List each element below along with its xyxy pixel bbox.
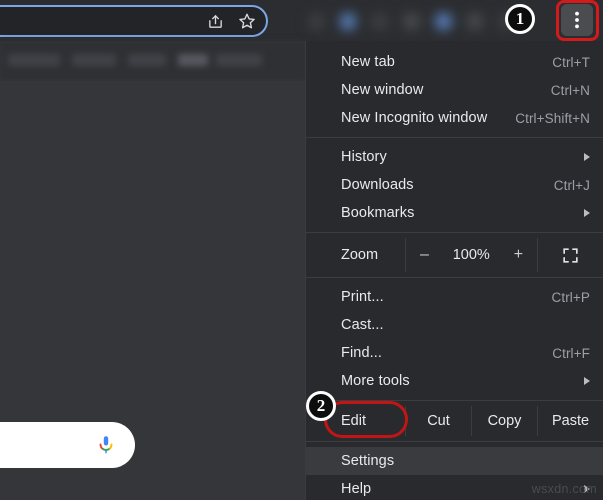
star-icon[interactable] xyxy=(238,12,256,30)
menu-item-new-window[interactable]: New window Ctrl+N xyxy=(306,76,603,104)
address-bar[interactable] xyxy=(0,5,268,37)
microphone-icon[interactable] xyxy=(95,434,117,456)
copy-button[interactable]: Copy xyxy=(471,406,537,436)
menu-item-label: Cast... xyxy=(341,317,384,333)
menu-item-label: Print... xyxy=(341,289,384,305)
menu-separator xyxy=(306,232,603,233)
paste-button[interactable]: Paste xyxy=(537,406,603,436)
chevron-right-icon xyxy=(584,377,590,385)
zoom-controls: – 100% + xyxy=(405,238,538,272)
menu-separator xyxy=(306,441,603,442)
menu-item-more-tools[interactable]: More tools xyxy=(306,367,603,395)
zoom-out-button[interactable]: – xyxy=(416,246,433,264)
search-box[interactable] xyxy=(0,422,135,468)
menu-item-label: New window xyxy=(341,82,424,98)
three-dot-menu-icon xyxy=(575,11,579,29)
menu-item-downloads[interactable]: Downloads Ctrl+J xyxy=(306,171,603,199)
menu-item-find[interactable]: Find... Ctrl+F xyxy=(306,339,603,367)
menu-item-shortcut: Ctrl+Shift+N xyxy=(515,110,590,126)
menu-item-settings[interactable]: Settings xyxy=(306,447,603,475)
menu-separator xyxy=(306,137,603,138)
bookmarks-bar xyxy=(0,41,310,81)
zoom-in-button[interactable]: + xyxy=(510,246,527,264)
cut-button[interactable]: Cut xyxy=(405,406,471,436)
menu-item-label: History xyxy=(341,149,387,165)
screenshot-root: New tab Ctrl+T New window Ctrl+N New Inc… xyxy=(0,0,603,500)
menu-item-label: New Incognito window xyxy=(341,110,488,126)
menu-separator xyxy=(306,277,603,278)
share-icon[interactable] xyxy=(207,13,224,30)
menu-item-shortcut: Ctrl+P xyxy=(551,289,590,305)
menu-item-shortcut: Ctrl+F xyxy=(552,345,590,361)
address-bar-icons xyxy=(207,12,256,30)
menu-item-new-incognito-window[interactable]: New Incognito window Ctrl+Shift+N xyxy=(306,104,603,132)
menu-item-label: More tools xyxy=(341,373,410,389)
menu-item-bookmarks[interactable]: Bookmarks xyxy=(306,199,603,227)
chevron-right-icon xyxy=(584,209,590,217)
menu-item-label: Settings xyxy=(341,453,395,469)
menu-item-shortcut: Ctrl+N xyxy=(550,82,590,98)
menu-item-print[interactable]: Print... Ctrl+P xyxy=(306,283,603,311)
step-badge-2: 2 xyxy=(306,391,336,421)
zoom-level-value: 100% xyxy=(452,247,490,263)
chevron-right-icon xyxy=(584,153,590,161)
menu-row-edit: Edit Cut Copy Paste xyxy=(306,406,603,436)
menu-item-cast[interactable]: Cast... xyxy=(306,311,603,339)
watermark: wsxdn.com xyxy=(531,482,597,496)
menu-item-new-tab[interactable]: New tab Ctrl+T xyxy=(306,48,603,76)
menu-separator xyxy=(306,400,603,401)
step-badge-1: 1 xyxy=(505,4,535,34)
menu-item-label: Bookmarks xyxy=(341,205,415,221)
three-dot-menu-button[interactable] xyxy=(561,4,593,36)
menu-item-history[interactable]: History xyxy=(306,143,603,171)
fullscreen-icon[interactable] xyxy=(538,238,603,272)
menu-item-shortcut: Ctrl+T xyxy=(552,54,590,70)
menu-item-label: Find... xyxy=(341,345,382,361)
chrome-main-menu: New tab Ctrl+T New window Ctrl+N New Inc… xyxy=(305,41,603,500)
menu-row-zoom: Zoom – 100% + xyxy=(306,238,603,272)
blurred-toolbar-icons xyxy=(300,2,516,40)
menu-item-shortcut: Ctrl+J xyxy=(553,177,590,193)
menu-item-label: New tab xyxy=(341,54,395,70)
zoom-label: Zoom xyxy=(341,247,379,263)
menu-item-label: Downloads xyxy=(341,177,414,193)
